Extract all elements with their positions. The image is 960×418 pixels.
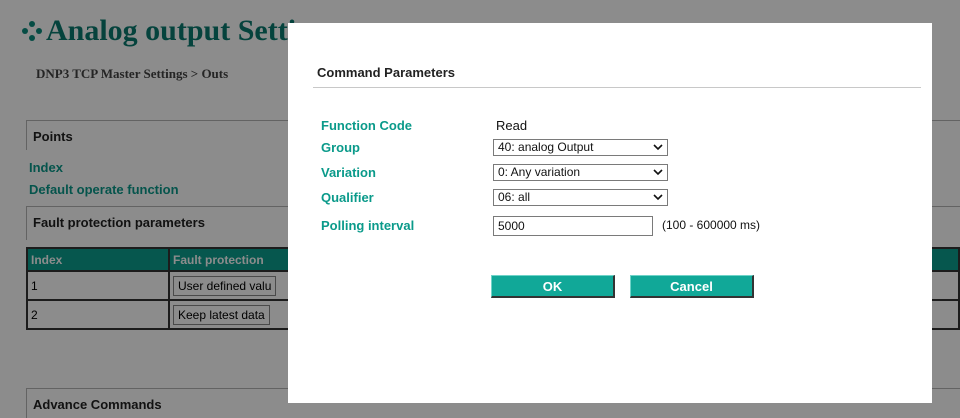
function-code-label: Function Code: [321, 118, 412, 133]
polling-interval-range: (100 - 600000 ms): [662, 218, 761, 232]
function-code-value: Read: [496, 118, 528, 133]
chevron-down-icon: [653, 168, 663, 176]
variation-label: Variation: [321, 165, 376, 180]
qualifier-label: Qualifier: [321, 190, 374, 205]
command-parameters-dialog: Command Parameters Function Code Read Gr…: [288, 23, 932, 403]
ok-button[interactable]: OK: [491, 275, 615, 298]
group-select[interactable]: 40: analog Output: [493, 139, 668, 156]
dialog-divider: [313, 87, 921, 88]
dialog-title: Command Parameters: [317, 65, 455, 80]
group-label: Group: [321, 140, 360, 155]
polling-interval-input[interactable]: 5000: [493, 216, 653, 236]
cancel-button[interactable]: Cancel: [630, 275, 754, 298]
qualifier-select-value: 06: all: [498, 190, 531, 204]
chevron-down-icon: [653, 143, 663, 151]
variation-select[interactable]: 0: Any variation: [493, 164, 668, 181]
group-select-value: 40: analog Output: [498, 140, 594, 154]
qualifier-select[interactable]: 06: all: [493, 189, 668, 206]
variation-select-value: 0: Any variation: [498, 165, 581, 179]
polling-interval-label: Polling interval: [321, 218, 415, 233]
chevron-down-icon: [653, 193, 663, 201]
